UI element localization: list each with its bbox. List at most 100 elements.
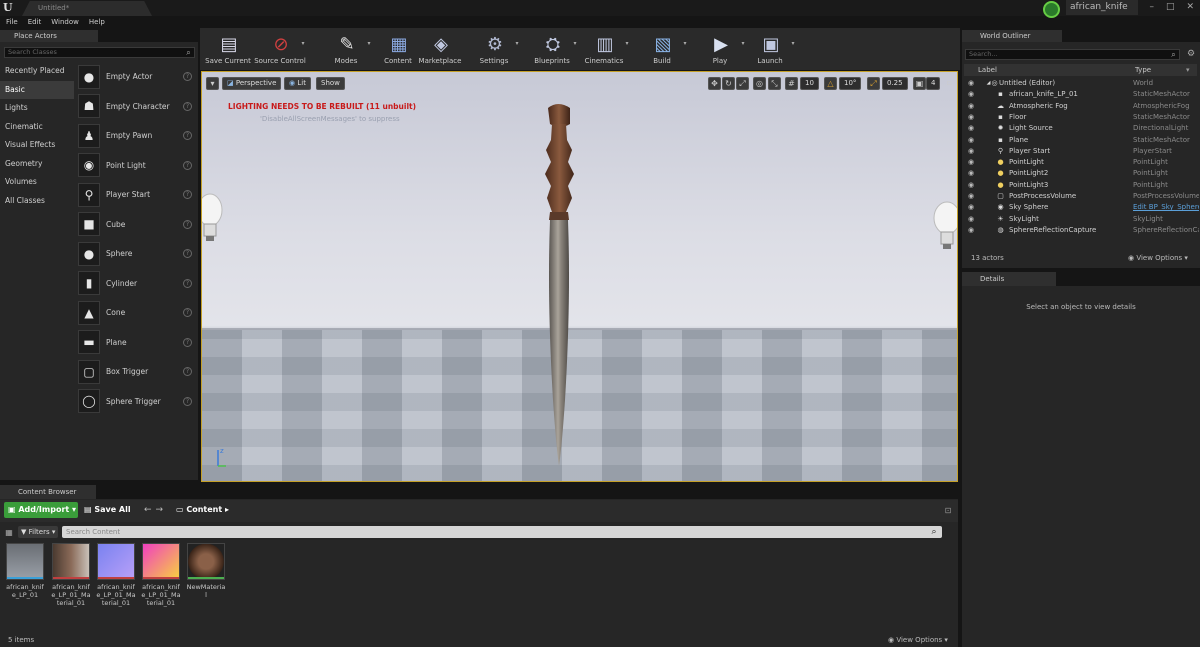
outliner-settings-icon[interactable]: ⚙	[1185, 48, 1197, 60]
visibility-eye-icon[interactable]: ◉	[968, 191, 976, 202]
category-recently-placed[interactable]: Recently Placed	[0, 62, 74, 81]
camera-speed-icon[interactable]: ▣	[913, 77, 926, 90]
outliner-row[interactable]: ◉ ☁ Atmospheric Fog AtmosphericFog	[964, 101, 1199, 112]
category-geometry[interactable]: Geometry	[0, 155, 74, 174]
outliner-row[interactable]: ◉ ● PointLight PointLight	[964, 157, 1199, 168]
edit-blueprint-link[interactable]: Edit BP_Sky_Sphere	[1133, 202, 1199, 213]
toolbar-build-button[interactable]: ▧ Build ▾	[636, 30, 688, 68]
toolbar-blueprints-button[interactable]: ⛭ Blueprints ▾	[526, 30, 578, 68]
menu-help[interactable]: Help	[89, 18, 105, 26]
point-light-bulb-icon[interactable]	[931, 200, 958, 252]
camera-speed-value[interactable]: 4	[926, 77, 941, 90]
visibility-eye-icon[interactable]: ◉	[968, 214, 976, 225]
toolbar-launch-button[interactable]: ▣ Launch ▾	[744, 30, 796, 68]
african-knife-mesh[interactable]	[538, 100, 580, 470]
outliner-view-options-button[interactable]: ◉ View Options ▾	[1128, 254, 1188, 262]
place-actors-search-input[interactable]: Search Classes	[4, 47, 195, 58]
actor-item[interactable]: ▮ Cylinder?	[76, 269, 194, 299]
grid-snap-icon[interactable]: #	[785, 77, 798, 90]
actor-item[interactable]: ▬ Plane?	[76, 328, 194, 358]
filters-button[interactable]: ▼ Filters ▾	[18, 526, 58, 538]
search-icon[interactable]: ⌕	[183, 47, 194, 58]
asset-tile[interactable]: african_knife_LP_01_Material_01	[96, 543, 136, 607]
actor-item[interactable]: ◉ Point Light?	[76, 151, 194, 181]
view-mode-perspective-button[interactable]: ◪ Perspective	[222, 77, 282, 90]
add-import-button[interactable]: ▣ Add/Import ▾	[4, 502, 78, 518]
visibility-eye-icon[interactable]: ◉	[968, 89, 976, 100]
visibility-eye-icon[interactable]: ◉	[968, 202, 976, 213]
toolbar-modes-button[interactable]: ✎ Modes ▾	[320, 30, 372, 68]
outliner-search-input[interactable]: Search...	[965, 49, 1180, 60]
actor-item[interactable]: ● Empty Actor?	[76, 62, 194, 92]
visibility-eye-icon[interactable]: ◉	[968, 78, 976, 89]
asset-tile[interactable]: african_knife_LP_01_Material_01	[51, 543, 91, 607]
help-icon[interactable]: ?	[183, 219, 192, 229]
level-viewport[interactable]: ▾ ◪ Perspective ◉ Lit Show ✥ ↻ ⤢ ◎ ⤡ # 1…	[201, 71, 958, 482]
toolbar-cinematics-button[interactable]: ▥ Cinematics ▾	[578, 30, 630, 68]
help-icon[interactable]: ?	[183, 337, 192, 347]
search-icon[interactable]: ⌕	[1168, 49, 1179, 60]
point-light-bulb-icon[interactable]	[201, 192, 226, 244]
outliner-row[interactable]: ◉ ☀ SkyLight SkyLight	[964, 214, 1199, 225]
outliner-row[interactable]: ◉ ◢ ◎ Untitled (Editor) World	[964, 78, 1199, 89]
forward-arrow-icon[interactable]: →	[156, 502, 164, 518]
actor-item[interactable]: ⚲ Player Start?	[76, 180, 194, 210]
toolbar-source-control-button[interactable]: ⊘ Source Control ▾	[254, 30, 306, 68]
category-cinematic[interactable]: Cinematic	[0, 118, 74, 137]
actor-item[interactable]: ● Sphere?	[76, 239, 194, 269]
outliner-row[interactable]: ◉ ● PointLight3 PointLight	[964, 180, 1199, 191]
menu-window[interactable]: Window	[51, 18, 79, 26]
toolbar-settings-button[interactable]: ⚙ Settings ▾	[468, 30, 520, 68]
chevron-down-icon[interactable]: ▾	[300, 40, 306, 47]
search-icon[interactable]: ⌕	[928, 526, 940, 538]
visibility-eye-icon[interactable]: ◉	[968, 112, 976, 123]
help-icon[interactable]: ?	[183, 308, 192, 318]
sources-toggle-icon[interactable]: ▦	[4, 527, 14, 537]
visibility-eye-icon[interactable]: ◉	[968, 180, 976, 191]
translate-mode-icon[interactable]: ✥	[708, 77, 721, 90]
rotate-mode-icon[interactable]: ↻	[722, 77, 735, 90]
surface-snap-icon[interactable]: ⤡	[768, 77, 781, 90]
visibility-eye-icon[interactable]: ◉	[968, 135, 976, 146]
actor-item[interactable]: ☗ Empty Character?	[76, 92, 194, 122]
chevron-down-icon[interactable]: ▾	[682, 40, 688, 47]
show-button[interactable]: Show	[316, 77, 345, 90]
chevron-down-icon[interactable]: ▾	[790, 40, 796, 47]
rotation-snap-icon[interactable]: △	[824, 77, 837, 90]
grid-snap-value[interactable]: 10	[800, 77, 819, 90]
column-label[interactable]: Label	[978, 64, 997, 76]
help-icon[interactable]: ?	[183, 367, 192, 377]
category-visual-effects[interactable]: Visual Effects	[0, 136, 74, 155]
help-icon[interactable]: ?	[183, 278, 192, 288]
actor-item[interactable]: ■ Cube?	[76, 210, 194, 240]
actor-item[interactable]: ▢ Box Trigger?	[76, 357, 194, 387]
column-type[interactable]: Type	[1135, 64, 1151, 76]
maximize-viewport-icon[interactable]: ▫	[943, 77, 956, 90]
outliner-row[interactable]: ◉ ◍ SphereReflectionCapture SphereReflectio…	[964, 225, 1199, 236]
save-all-button[interactable]: ▤ Save All	[84, 502, 144, 518]
lock-icon[interactable]: ⊡	[943, 505, 953, 515]
rotation-snap-value[interactable]: 10°	[839, 77, 862, 90]
scale-mode-icon[interactable]: ⤢	[736, 77, 749, 90]
outliner-row[interactable]: ◉ ◉ Sky Sphere Edit BP_Sky_Sphere	[964, 202, 1199, 213]
category-basic[interactable]: Basic	[0, 80, 74, 99]
toolbar-save-button[interactable]: ▤ Save Current	[202, 30, 254, 68]
view-options-button[interactable]: ◉ View Options ▾	[888, 636, 948, 644]
column-type-chevron-icon[interactable]: ▾	[1186, 64, 1190, 76]
outliner-row[interactable]: ◉ ✹ Light Source DirectionalLight	[964, 123, 1199, 134]
back-arrow-icon[interactable]: ←	[144, 502, 152, 518]
breadcrumb[interactable]: ▭ Content ▸	[176, 502, 256, 518]
minimize-button[interactable]: –	[1149, 2, 1154, 12]
help-icon[interactable]: ?	[183, 249, 192, 259]
viewport-options-icon[interactable]: ▾	[206, 77, 219, 90]
asset-tile[interactable]: NewMaterial	[186, 543, 226, 599]
help-icon[interactable]: ?	[183, 131, 192, 141]
outliner-row[interactable]: ◉ ⚲ Player Start PlayerStart	[964, 146, 1199, 157]
visibility-eye-icon[interactable]: ◉	[968, 157, 976, 168]
outliner-row[interactable]: ◉ ▢ PostProcessVolume PostProcessVolume	[964, 191, 1199, 202]
help-icon[interactable]: ?	[183, 72, 192, 82]
visibility-eye-icon[interactable]: ◉	[968, 168, 976, 179]
help-icon[interactable]: ?	[183, 396, 192, 406]
category-all-classes[interactable]: All Classes	[0, 192, 74, 211]
outliner-row[interactable]: ◉ ▪ Plane StaticMeshActor	[964, 135, 1199, 146]
